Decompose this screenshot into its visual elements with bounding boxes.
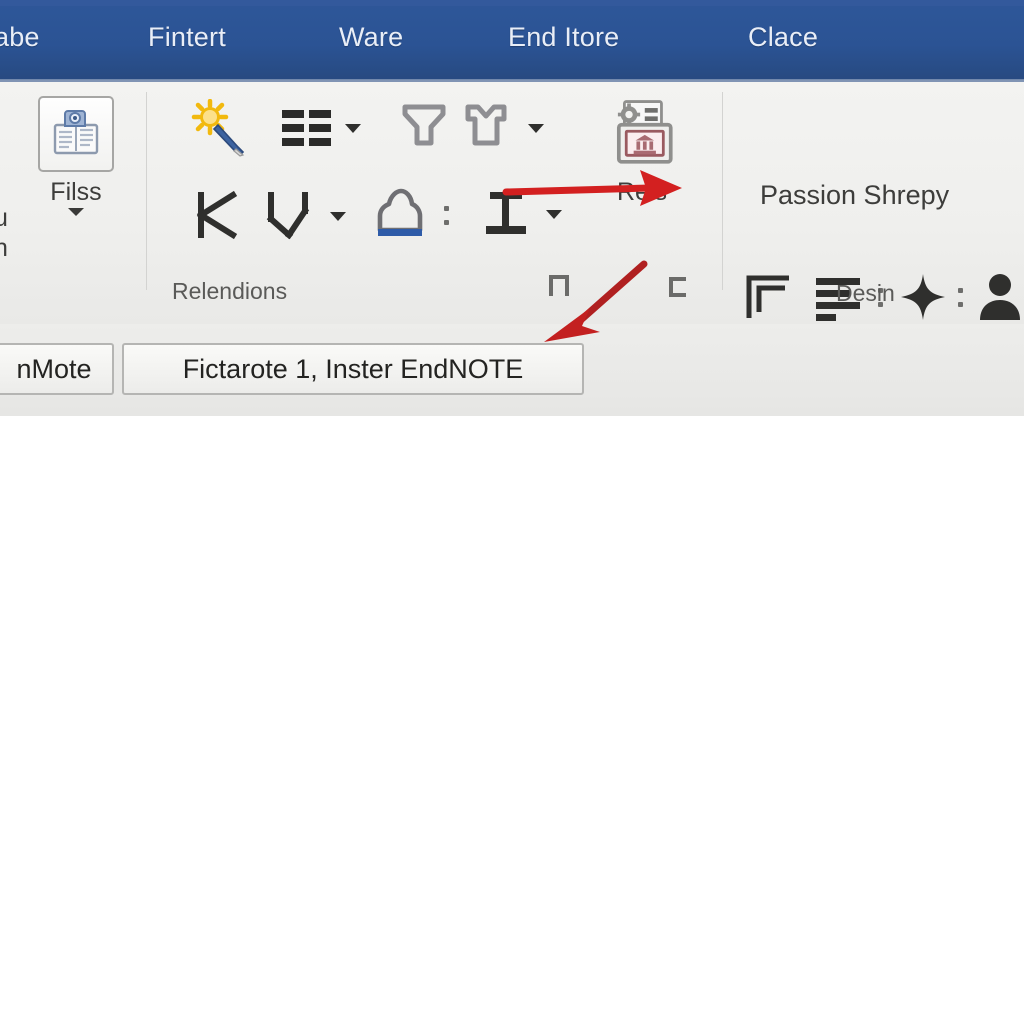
ribbon: u n Filss Relendions Reis Passion Shrepy… bbox=[0, 82, 1024, 325]
ribbon-tab-bar: abe Fintert Ware End Itore Clace bbox=[0, 0, 1024, 82]
group-separator-1 bbox=[146, 92, 147, 290]
launcher-square-icon[interactable] bbox=[548, 274, 570, 306]
shirt-shape-icon[interactable] bbox=[460, 98, 512, 160]
reis-button-label: Reis bbox=[616, 178, 667, 206]
text-cursor-icon[interactable] bbox=[478, 186, 534, 244]
group-label-relendions: Relendions bbox=[172, 278, 288, 304]
cloud-shape-icon[interactable] bbox=[372, 186, 428, 244]
tab-abe[interactable]: abe bbox=[0, 22, 40, 53]
icon-separator-dots-3 bbox=[958, 288, 963, 307]
icon-separator-dots-1 bbox=[444, 206, 449, 225]
arrow-branch-chevron-down-icon[interactable] bbox=[330, 212, 346, 221]
launcher-bracket-icon[interactable] bbox=[666, 274, 690, 306]
shirt-chevron-down-icon[interactable] bbox=[528, 124, 544, 133]
truncated-label-n: n bbox=[0, 234, 8, 262]
nmote-button[interactable]: nMote bbox=[0, 343, 114, 395]
application-window: abe Fintert Ware End Itore Clace u n Fil… bbox=[0, 0, 1024, 1024]
group-separator-2 bbox=[722, 92, 723, 290]
passion-shrepy-heading: Passion Shrepy bbox=[760, 180, 950, 210]
table-grid-chevron-down-icon[interactable] bbox=[345, 124, 361, 133]
insert-citation-bank-icon bbox=[604, 96, 680, 172]
arrow-branch-left-icon[interactable] bbox=[192, 188, 246, 242]
sparkle-icon[interactable] bbox=[898, 272, 948, 322]
arrow-branch-right-icon[interactable] bbox=[262, 188, 316, 242]
fictarote-endnote-button[interactable]: Fictarote 1, Inster EndNOTE bbox=[122, 343, 584, 395]
group-label-desin: Desin bbox=[836, 280, 895, 306]
document-card-icon bbox=[38, 96, 114, 172]
funnel-icon[interactable] bbox=[398, 98, 450, 160]
tab-clace[interactable]: Clace bbox=[748, 22, 818, 53]
tab-end-itore[interactable]: End Itore bbox=[508, 22, 619, 53]
magic-wand-sun-icon[interactable] bbox=[186, 98, 252, 158]
table-grid-icon[interactable] bbox=[281, 108, 333, 148]
chevron-down-icon[interactable] bbox=[68, 208, 84, 216]
filss-button[interactable]: Filss bbox=[24, 96, 128, 216]
tab-fintert[interactable]: Fintert bbox=[148, 22, 226, 53]
reis-button[interactable]: Reis bbox=[586, 96, 698, 207]
document-canvas[interactable] bbox=[0, 416, 1024, 1024]
secondary-toolbar: nMote Fictarote 1, Inster EndNOTE bbox=[0, 324, 1024, 418]
filss-button-label: Filss bbox=[50, 178, 102, 206]
tab-ware[interactable]: Ware bbox=[339, 22, 403, 53]
truncated-label-u: u bbox=[0, 204, 8, 232]
person-silhouette-icon[interactable] bbox=[976, 272, 1024, 322]
text-cursor-chevron-down-icon[interactable] bbox=[546, 210, 562, 219]
frame-corner-icon[interactable] bbox=[744, 274, 796, 322]
